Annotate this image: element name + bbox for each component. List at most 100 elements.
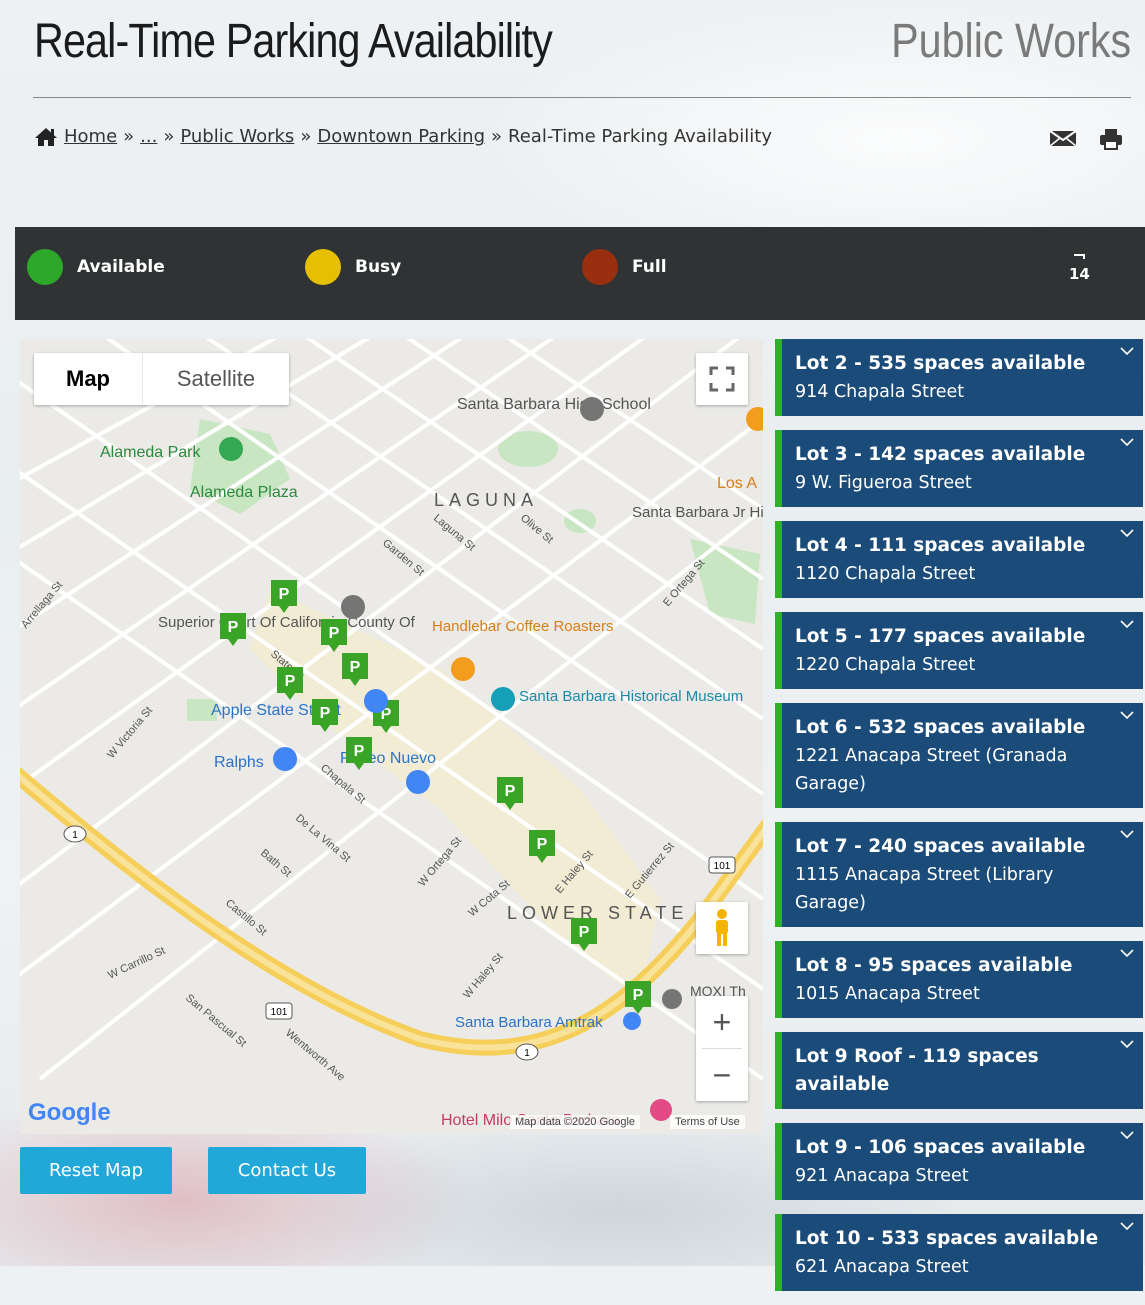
- parking-lot-item[interactable]: Lot 5 - 177 spaces available 1220 Chapal…: [775, 612, 1143, 689]
- fullscreen-icon: [709, 366, 735, 392]
- parking-lot-item[interactable]: Lot 7 - 240 spaces available 1115 Anacap…: [775, 822, 1143, 927]
- terms-of-use-link[interactable]: Terms of Use: [670, 1115, 745, 1129]
- street-view-pegman[interactable]: [696, 902, 748, 954]
- map-attribution: Map data ©2020 Google: [510, 1115, 641, 1129]
- contact-us-button[interactable]: Contact Us: [208, 1147, 366, 1194]
- parking-marker-label: P: [633, 987, 644, 1004]
- map-place-label: Santa Barbara Historical Museum: [519, 688, 743, 705]
- neighborhood-label: LAGUNA: [434, 490, 538, 510]
- home-icon[interactable]: [34, 127, 58, 147]
- chevron-down-icon[interactable]: [1119, 525, 1135, 541]
- reset-map-button[interactable]: Reset Map: [20, 1147, 172, 1194]
- parking-lot-item[interactable]: Lot 3 - 142 spaces available 9 W. Figuer…: [775, 430, 1143, 507]
- museum-icon[interactable]: [491, 687, 515, 711]
- email-icon[interactable]: [1049, 128, 1077, 148]
- lot-address: 1120 Chapala Street: [795, 564, 976, 584]
- lot-address: 914 Chapala Street: [795, 382, 965, 402]
- map-place-label: Ralphs: [214, 754, 264, 771]
- parking-lot-item[interactable]: Lot 6 - 532 spaces available 1221 Anacap…: [775, 703, 1143, 808]
- title-divider: [33, 97, 1131, 98]
- lot-address: 1115 Anacapa Street (Library Garage): [795, 865, 1054, 913]
- parking-marker-label: P: [505, 783, 516, 800]
- parking-lot-list: Lot 2 - 535 spaces available 914 Chapala…: [775, 339, 1143, 1305]
- chevron-down-icon[interactable]: [1119, 1127, 1135, 1143]
- chevron-down-icon[interactable]: [1119, 616, 1135, 632]
- map-type-control: Map Satellite: [34, 353, 289, 405]
- parking-lot-item[interactable]: Lot 10 - 533 spaces available 621 Anacap…: [775, 1214, 1143, 1291]
- breadcrumb-public-works-link[interactable]: Public Works: [180, 126, 294, 147]
- lot-address: 921 Anacapa Street: [795, 1166, 969, 1186]
- route-shield-label: 101: [271, 1007, 288, 1018]
- lot-title: Lot 2 - 535 spaces available: [795, 353, 1086, 374]
- parking-marker-label: P: [285, 673, 296, 690]
- lot-title: Lot 7 - 240 spaces available: [795, 836, 1086, 857]
- lot-title: Lot 10 - 533 spaces available: [795, 1228, 1099, 1249]
- zoom-in-button[interactable]: +: [696, 996, 748, 1048]
- page-title: Real-Time Parking Availability: [34, 15, 553, 68]
- lot-address: 1015 Anacapa Street: [795, 984, 980, 1004]
- train-icon[interactable]: [623, 1012, 641, 1030]
- courthouse-icon[interactable]: [341, 595, 365, 619]
- chevron-down-icon[interactable]: [1119, 1218, 1135, 1234]
- chevron-down-icon[interactable]: [1119, 945, 1135, 961]
- legend-label: Full: [632, 257, 667, 277]
- parking-lot-item[interactable]: Lot 4 - 111 spaces available 1120 Chapal…: [775, 521, 1143, 598]
- chevron-down-icon[interactable]: [1119, 707, 1135, 723]
- map-place-label: Los A: [717, 475, 757, 492]
- store-icon[interactable]: [364, 689, 388, 713]
- park-icon[interactable]: [219, 437, 243, 461]
- parking-lot-item[interactable]: Lot 9 Roof - 119 spaces available: [775, 1032, 1143, 1109]
- print-icon[interactable]: [1099, 128, 1123, 150]
- school-icon[interactable]: [580, 397, 604, 421]
- cafe-icon[interactable]: [451, 657, 475, 681]
- lot-title: Lot 8 - 95 spaces available: [795, 955, 1073, 976]
- legend-label: Busy: [355, 257, 402, 277]
- pegman-icon: [716, 909, 728, 946]
- breadcrumb-separator: »: [300, 126, 312, 147]
- legend-label: Available: [77, 257, 165, 277]
- breadcrumb-current: Real-Time Parking Availability: [508, 126, 773, 147]
- lot-title: Lot 4 - 111 spaces available: [795, 535, 1086, 556]
- chevron-down-icon[interactable]: [1119, 434, 1135, 450]
- parking-marker-label: P: [350, 659, 361, 676]
- map-place-label: Santa Barbara Jr High School: [632, 504, 763, 521]
- parking-marker-label: P: [320, 705, 331, 722]
- chevron-down-icon[interactable]: [1119, 343, 1135, 359]
- map-place-label: Alameda Park: [100, 444, 201, 461]
- parking-marker-label: P: [279, 586, 290, 603]
- breadcrumb-downtown-parking-link[interactable]: Downtown Parking: [317, 126, 485, 147]
- lot-address: 1220 Chapala Street: [795, 655, 976, 675]
- zoom-out-button[interactable]: −: [696, 1049, 748, 1101]
- map-place-label: Handlebar Coffee Roasters: [432, 618, 614, 635]
- chevron-down-icon[interactable]: [1119, 826, 1135, 842]
- busy-dot: [305, 249, 341, 285]
- route-shield-label: 1: [524, 1048, 530, 1059]
- legend-item-busy: Busy: [305, 249, 401, 285]
- museum-icon[interactable]: [662, 989, 682, 1009]
- lot-title: Lot 9 Roof - 119 spaces available: [795, 1046, 1039, 1095]
- lot-title: Lot 3 - 142 spaces available: [795, 444, 1086, 465]
- hotel-icon[interactable]: [650, 1099, 672, 1121]
- breadcrumb-ellipsis-link[interactable]: ...: [140, 126, 157, 147]
- lot-count-badge: 14: [1069, 247, 1090, 283]
- parking-marker-label: P: [329, 625, 340, 642]
- fullscreen-button[interactable]: [696, 353, 748, 405]
- parking-lot-item[interactable]: Lot 8 - 95 spaces available 1015 Anacapa…: [775, 941, 1143, 1018]
- map-canvas[interactable]: 1 101 1 101 LAGUNA LOWER STATE Santa Bar…: [20, 339, 763, 1134]
- map-place-label: Alameda Plaza: [190, 484, 298, 501]
- legend-item-available: Available: [27, 249, 165, 285]
- breadcrumb-separator: »: [491, 126, 503, 147]
- map-view-button[interactable]: Map: [34, 353, 142, 405]
- breadcrumb-home-link[interactable]: Home: [64, 126, 117, 147]
- satellite-view-button[interactable]: Satellite: [142, 353, 289, 405]
- parking-lot-item[interactable]: Lot 9 - 106 spaces available 921 Anacapa…: [775, 1123, 1143, 1200]
- lot-address: 621 Anacapa Street: [795, 1257, 969, 1277]
- parking-lot-item[interactable]: Lot 2 - 535 spaces available 914 Chapala…: [775, 339, 1143, 416]
- breadcrumb: Home » ... » Public Works » Downtown Par…: [34, 126, 772, 147]
- shopping-icon[interactable]: [406, 770, 430, 794]
- parking-map[interactable]: 1 101 1 101 LAGUNA LOWER STATE Santa Bar…: [20, 339, 763, 1134]
- chevron-down-icon[interactable]: [1119, 1036, 1135, 1052]
- grocery-icon[interactable]: [273, 747, 297, 771]
- google-logo: Google: [28, 1099, 111, 1127]
- page-tools: [1049, 128, 1123, 150]
